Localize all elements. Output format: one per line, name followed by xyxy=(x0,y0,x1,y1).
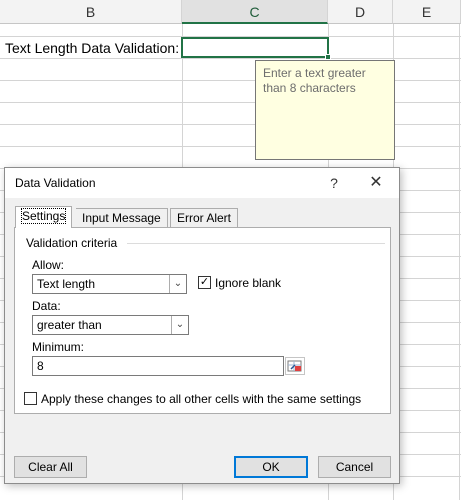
clear-all-button[interactable]: Clear All xyxy=(14,456,87,478)
data-label: Data: xyxy=(32,299,61,313)
input-message-tooltip: Enter a text greater than 8 characters xyxy=(255,60,395,160)
data-select[interactable]: greater than ⌄ xyxy=(32,315,189,335)
allow-label: Allow: xyxy=(32,258,65,272)
checkmark-icon: ✓ xyxy=(199,276,210,288)
cancel-button[interactable]: Cancel xyxy=(318,456,391,478)
minimum-input[interactable]: 8 xyxy=(32,356,284,376)
tab-settings-label: Settings xyxy=(20,208,67,224)
minimum-label: Minimum: xyxy=(32,340,85,354)
allow-select[interactable]: Text length ⌄ xyxy=(32,274,187,294)
settings-panel: Validation criteria Allow: Text length ⌄… xyxy=(14,227,391,414)
apply-all-label[interactable]: Apply these changes to all other cells w… xyxy=(41,392,361,406)
tab-input-message-label: Input Message xyxy=(82,211,161,225)
chevron-down-icon[interactable]: ⌄ xyxy=(171,316,188,334)
dialog-title: Data Validation xyxy=(15,176,96,190)
tab-error-alert[interactable]: Error Alert xyxy=(170,208,239,227)
help-icon[interactable]: ? xyxy=(323,172,345,194)
apply-all-checkbox[interactable] xyxy=(24,392,37,405)
range-selector-icon[interactable] xyxy=(285,357,305,375)
grid-line xyxy=(459,24,460,500)
data-select-value: greater than xyxy=(37,318,102,332)
column-header-e[interactable]: E xyxy=(393,0,461,24)
tab-error-alert-label: Error Alert xyxy=(177,211,232,225)
chevron-down-icon[interactable]: ⌄ xyxy=(169,275,186,293)
close-icon[interactable]: ✕ xyxy=(363,171,389,195)
ignore-blank-checkbox[interactable]: ✓ xyxy=(198,276,211,289)
active-cell-c2[interactable] xyxy=(181,37,329,58)
data-validation-dialog: Data Validation ? ✕ Settings Input Messa… xyxy=(4,167,400,484)
tab-input-message[interactable]: Input Message xyxy=(76,208,168,227)
column-header-c[interactable]: C xyxy=(182,0,328,24)
ok-button[interactable]: OK xyxy=(234,456,308,478)
ignore-blank-label[interactable]: Ignore blank xyxy=(215,276,281,290)
cell-b2-text[interactable]: Text Length Data Validation: xyxy=(5,38,179,58)
dialog-titlebar[interactable]: Data Validation ? ✕ xyxy=(5,168,399,198)
column-header-d[interactable]: D xyxy=(328,0,393,24)
tab-settings[interactable]: Settings xyxy=(15,206,73,228)
validation-criteria-label: Validation criteria xyxy=(26,236,118,250)
group-divider xyxy=(127,243,385,244)
allow-select-value: Text length xyxy=(37,277,96,291)
minimum-input-value: 8 xyxy=(37,359,44,373)
column-header-b[interactable]: B xyxy=(0,0,182,24)
grid-line xyxy=(0,58,461,59)
